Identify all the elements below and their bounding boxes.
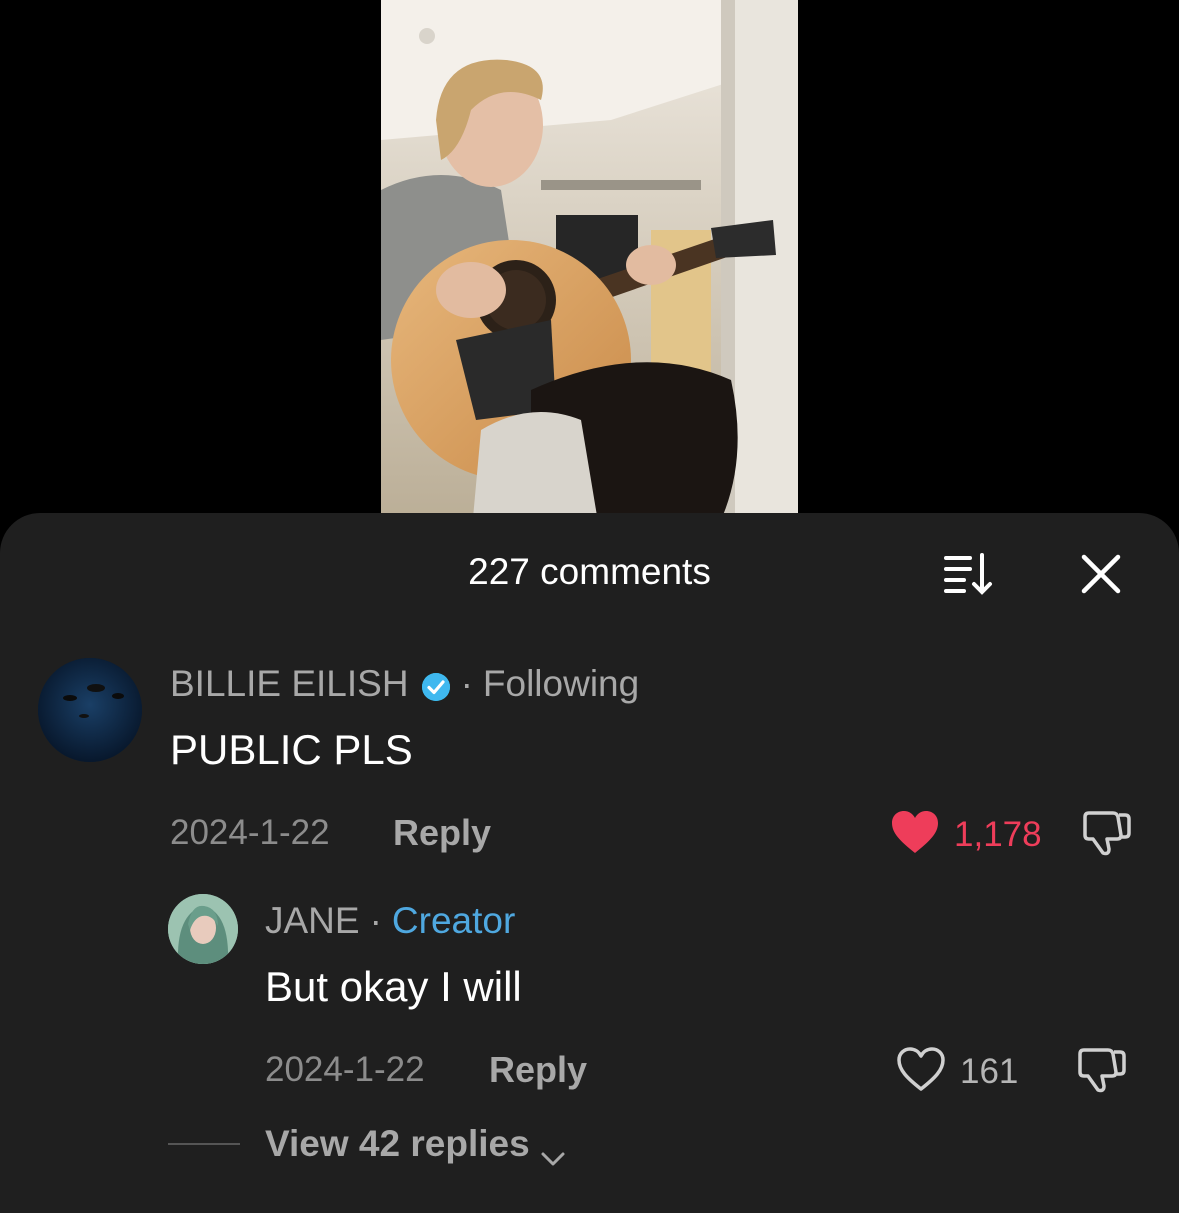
comments-sheet: 227 comments BILLIE EILISH · Following P… — [0, 513, 1179, 1213]
comments-count-title: 227 comments — [468, 551, 711, 592]
dislike-icon[interactable] — [1081, 809, 1131, 857]
reply-header: JANE · Creator — [265, 900, 515, 942]
reply-button[interactable]: Reply — [489, 1049, 587, 1091]
separator: · — [460, 663, 473, 704]
reply-text: But okay I will — [265, 963, 522, 1010]
view-replies-label: View 42 replies — [265, 1123, 530, 1164]
comment-header: BILLIE EILISH · Following — [170, 663, 639, 705]
separator: · — [369, 900, 382, 941]
view-replies-button[interactable]: View 42 replies — [265, 1123, 566, 1166]
avatar[interactable] — [38, 658, 142, 762]
heart-filled-icon — [890, 809, 940, 860]
chevron-down-icon — [540, 1135, 566, 1166]
like-count: 1,178 — [954, 814, 1042, 854]
username[interactable]: BILLIE EILISH — [170, 663, 409, 705]
like-button[interactable]: 1,178 — [890, 809, 1042, 860]
video-frame-image — [381, 0, 798, 540]
username[interactable]: JANE — [265, 900, 360, 942]
heart-outline-icon — [896, 1046, 946, 1097]
like-button[interactable]: 161 — [896, 1046, 1018, 1097]
reply-date: 2024-1-22 — [265, 1050, 425, 1089]
close-icon[interactable] — [1078, 551, 1124, 597]
creator-tag: Creator — [391, 900, 516, 941]
video-player[interactable] — [381, 0, 798, 540]
comment-date: 2024-1-22 — [170, 813, 330, 852]
comment-text: PUBLIC PLS — [170, 726, 413, 773]
avatar[interactable] — [168, 894, 238, 964]
verified-badge-icon — [421, 669, 451, 701]
reply-button[interactable]: Reply — [393, 812, 491, 854]
sort-icon[interactable] — [940, 549, 996, 597]
replies-divider — [168, 1143, 240, 1145]
following-label: Following — [482, 663, 640, 704]
like-count: 161 — [960, 1051, 1019, 1091]
dislike-icon[interactable] — [1076, 1046, 1126, 1094]
